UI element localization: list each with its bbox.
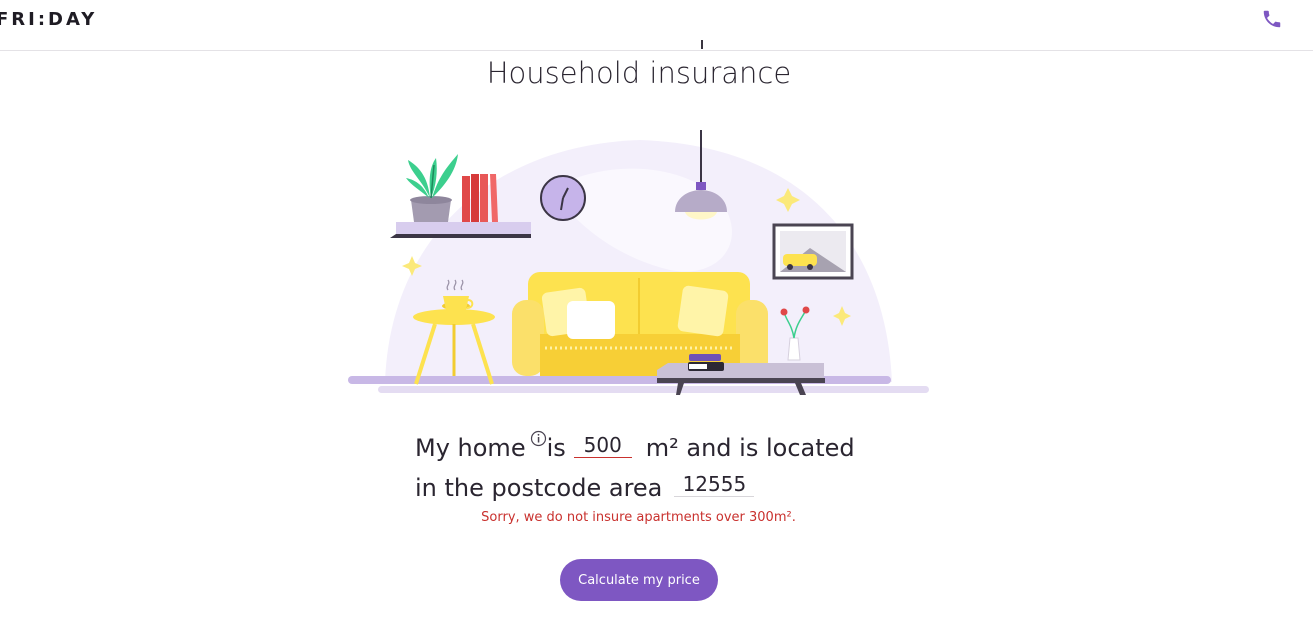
table-books bbox=[689, 354, 721, 361]
coffee-cup bbox=[443, 296, 469, 310]
home-size-sentence: My home is m² and is located in the postco… bbox=[415, 428, 855, 508]
coffee-table bbox=[657, 363, 824, 378]
sentence-line-2: in the postcode area bbox=[415, 468, 855, 508]
info-icon[interactable] bbox=[530, 419, 547, 459]
sentence-unit-located: m² and is located bbox=[645, 434, 855, 462]
title-fragment bbox=[701, 40, 703, 49]
error-message: Sorry, we do not insure apartments over … bbox=[481, 510, 796, 525]
phone-icon bbox=[1263, 10, 1281, 28]
calculate-price-button[interactable]: Calculate my price bbox=[560, 559, 718, 601]
sentence-is: is bbox=[546, 434, 566, 462]
sentence-postcode-area: in the postcode area bbox=[415, 474, 663, 502]
postcode-input[interactable] bbox=[674, 472, 755, 497]
red-books bbox=[462, 176, 470, 222]
sentence-line-1: My home is m² and is located bbox=[415, 428, 855, 468]
site-header: FRI:DAY bbox=[0, 0, 1313, 51]
living-area-input[interactable] bbox=[573, 433, 632, 458]
living-room-illustration bbox=[348, 130, 929, 395]
phone-button[interactable] bbox=[1259, 6, 1285, 32]
sentence-my-home: My home bbox=[415, 434, 526, 462]
wall-shelf bbox=[396, 222, 531, 235]
page-title: Household insurance bbox=[486, 56, 792, 90]
friday-logo[interactable]: FRI:DAY bbox=[0, 9, 97, 30]
flower-vase bbox=[787, 337, 801, 361]
side-table bbox=[413, 309, 495, 325]
